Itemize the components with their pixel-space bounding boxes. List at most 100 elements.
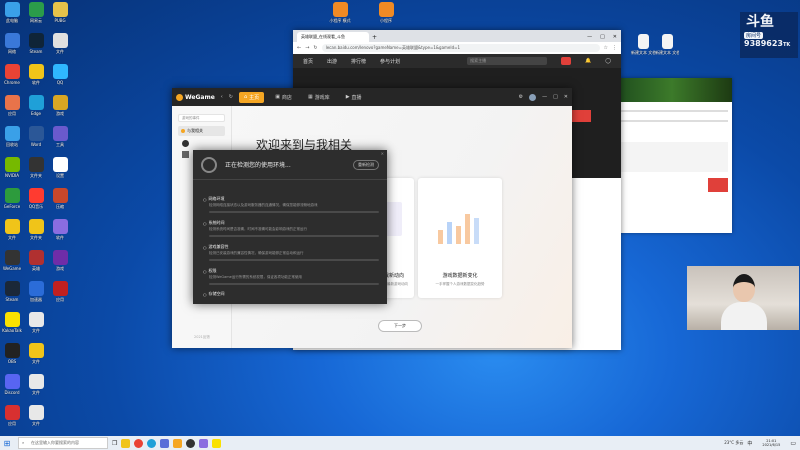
desktop-icon-label: 文件	[32, 390, 40, 395]
recheck-button[interactable]: 重新检测	[353, 159, 379, 170]
desktop-icon[interactable]: Discord	[0, 374, 24, 395]
desktop-icon[interactable]: 软件	[24, 64, 48, 85]
desktop-icon[interactable]: 工具	[48, 126, 72, 147]
close-button[interactable]: ✕	[609, 34, 621, 42]
maximize-button[interactable]: □	[596, 34, 609, 42]
taskbar-app-kakao[interactable]	[212, 438, 222, 448]
desktop-icon[interactable]: 加速器	[24, 281, 48, 302]
next-button[interactable]: 下一步	[378, 320, 422, 332]
sidebar-search[interactable]: 游戏的事件	[178, 114, 225, 122]
desktop-icon[interactable]: 应用	[0, 405, 24, 426]
settings-icon[interactable]: ⚙	[519, 94, 523, 100]
wegame-titlebar: WeGame ‹ ↻ ⌂ 主页 ▣ 商店 ▦ 游戏库 ▶ 直播 ⚙ — □ ✕	[172, 88, 572, 106]
back-icon[interactable]: ‹	[221, 94, 223, 100]
reload-icon[interactable]: ↻	[229, 94, 233, 100]
desktop-icon[interactable]: QQ	[48, 64, 72, 85]
user-icon[interactable]: ◯	[605, 58, 611, 64]
start-button[interactable]: ⊞	[0, 439, 14, 448]
desktop-icon[interactable]: 网络	[0, 33, 24, 54]
desktop-icon[interactable]: QQ音乐	[24, 188, 48, 209]
desktop-icon[interactable]: 应用	[0, 95, 24, 116]
task-view-icon[interactable]: ❐	[112, 440, 117, 447]
site-nav-trip[interactable]: 出游	[327, 58, 337, 65]
desktop-icon[interactable]: Word	[24, 126, 48, 147]
forward-icon[interactable]: →	[305, 45, 309, 51]
desktop-icon[interactable]: 游戏	[48, 95, 72, 116]
desktop-icon[interactable]: 文件夹	[24, 219, 48, 240]
desktop-icon[interactable]: GeForce	[0, 188, 24, 209]
ime-indicator[interactable]: 中	[747, 440, 752, 447]
background-webpage	[612, 78, 732, 233]
browser-tab[interactable]: 英雄联盟_在线观看_斗鱼	[297, 32, 369, 42]
taskbar-app-wegame[interactable]	[173, 438, 183, 448]
desktop-icon[interactable]: 文件	[24, 405, 48, 426]
desktop-icon[interactable]: 回收站	[0, 126, 24, 147]
desktop-icon[interactable]: Steam	[0, 281, 24, 302]
back-icon[interactable]: ←	[297, 45, 301, 51]
taskbar-app-other[interactable]	[199, 438, 209, 448]
wegame-nav-store[interactable]: ▣ 商店	[270, 92, 297, 103]
desktop-icon[interactable]: 文件夹	[24, 157, 48, 178]
desktop-icon[interactable]: Chrome	[0, 64, 24, 85]
star-icon[interactable]: ☆	[604, 45, 608, 51]
desktop-icon[interactable]: OBS	[0, 343, 24, 364]
desktop-icon-text-doc-2[interactable]: 新建文本 文档	[655, 34, 679, 55]
taskbar-app-edge[interactable]	[147, 438, 157, 448]
site-search-input[interactable]: 搜索主播	[467, 57, 548, 65]
taskbar-app-chrome[interactable]	[134, 438, 144, 448]
minimize-button[interactable]: —	[542, 94, 547, 100]
weather-status[interactable]: 23°C 多云	[724, 440, 743, 446]
minimize-button[interactable]: —	[583, 34, 596, 42]
dialog-close-icon[interactable]: ✕	[381, 151, 384, 156]
clock[interactable]: 21:01 2021/6/15	[756, 439, 786, 447]
taskbar-app-store[interactable]	[160, 438, 170, 448]
desktop-icon[interactable]: 软件	[48, 219, 72, 240]
desktop-icon[interactable]: 文件	[0, 219, 24, 240]
site-nav-home[interactable]: 首页	[303, 58, 313, 65]
sidebar-item-related[interactable]: 与我相关	[178, 126, 225, 136]
wegame-nav-home[interactable]: ⌂ 主页	[238, 91, 265, 103]
desktop-icon[interactable]: 游戏	[48, 250, 72, 271]
desktop-icon[interactable]: 英雄	[24, 250, 48, 271]
desktop-icon[interactable]: NVIDIA	[0, 157, 24, 178]
desktop-icon[interactable]: 设置	[48, 157, 72, 178]
desktop-icon[interactable]: KakaoTalk	[0, 312, 24, 333]
desktop-icon[interactable]: 文件	[48, 33, 72, 54]
app-icon	[4, 157, 20, 172]
desktop-icon[interactable]: 应用	[48, 281, 72, 302]
close-button[interactable]: ✕	[564, 94, 568, 100]
taskbar-app-explorer[interactable]	[121, 438, 131, 448]
desktop-icon-mini-app-1[interactable]: 小程序 模式	[328, 2, 352, 23]
desktop-icon[interactable]: 网易云	[24, 2, 48, 23]
desktop-icon[interactable]: 文件	[24, 312, 48, 333]
sidebar-avatar[interactable]	[182, 140, 189, 147]
site-nav-plan[interactable]: 参与计划	[380, 58, 400, 65]
avatar[interactable]	[529, 93, 537, 101]
address-bar[interactable]: lecan.baidu.com/lenovo?gameName=英雄联盟&typ…	[321, 44, 600, 52]
desktop-icon[interactable]: 压缩	[48, 188, 72, 209]
site-search-button[interactable]	[561, 57, 572, 65]
app-icon	[28, 219, 44, 234]
taskbar-app-obs[interactable]	[186, 438, 196, 448]
wegame-nav-live[interactable]: ▶ 直播	[341, 92, 367, 103]
desktop-icon[interactable]: WeGame	[0, 250, 24, 271]
new-tab-button[interactable]: +	[369, 34, 380, 42]
desktop-icon[interactable]: 文件	[24, 374, 48, 395]
desktop-icon[interactable]: Steam	[24, 33, 48, 54]
desktop-icon[interactable]: 文件	[24, 343, 48, 364]
taskbar-search-input[interactable]: ⌕ 在这里输入你要搜索的内容	[18, 437, 108, 449]
desktop-icon[interactable]: Edge	[24, 95, 48, 116]
wegame-nav-library[interactable]: ▦ 游戏库	[303, 92, 335, 103]
desktop-icon-text-doc-1[interactable]: 新建文本 文档	[631, 34, 655, 55]
bell-icon[interactable]: 🔔	[585, 58, 591, 64]
desktop-icon[interactable]: PUBG	[48, 2, 72, 23]
notification-icon[interactable]: ▭	[790, 440, 800, 447]
menu-icon[interactable]: ⋮	[612, 45, 617, 51]
site-nav-ranking[interactable]: 排行榜	[351, 58, 366, 65]
desktop-icon-mini-app-2[interactable]: 小程序	[374, 2, 398, 23]
maximize-button[interactable]: □	[553, 94, 558, 100]
desktop-icon[interactable]: 此电脑	[0, 2, 24, 23]
reload-icon[interactable]: ↻	[313, 45, 317, 51]
clock-date: 2021/6/15	[762, 443, 781, 447]
sidebar-list-icon[interactable]	[182, 151, 189, 158]
